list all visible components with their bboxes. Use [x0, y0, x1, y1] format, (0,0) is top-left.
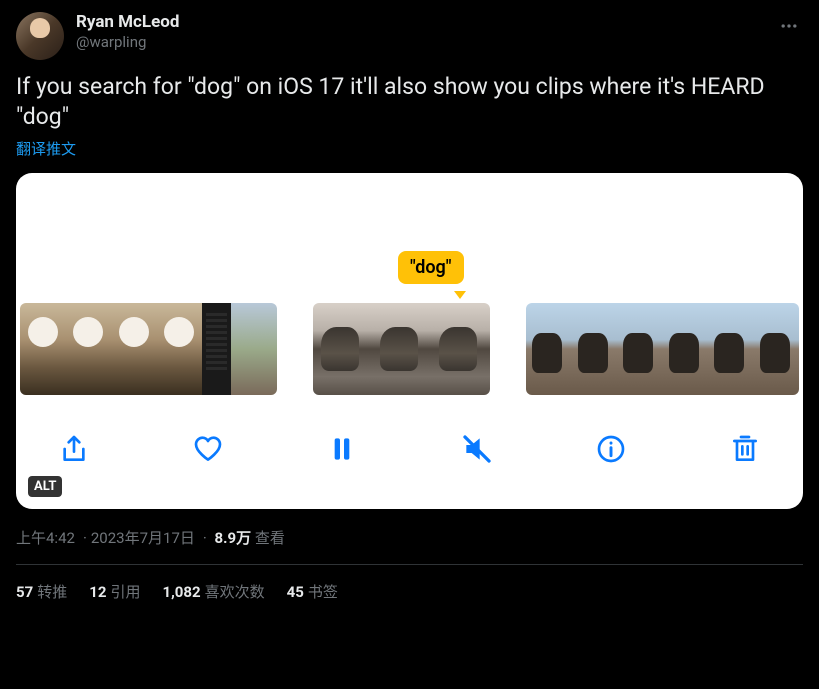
clip-frame: [431, 303, 490, 395]
views-stat[interactable]: 8.9万 查看: [199, 527, 285, 548]
bookmarks-label: 书签: [308, 583, 338, 601]
translate-link[interactable]: 翻译推文: [16, 138, 76, 159]
user-block: Ryan McLeod @warpling: [76, 12, 763, 52]
clip-frame: [313, 303, 372, 395]
tweet-header: Ryan McLeod @warpling: [16, 12, 803, 60]
clip-group-1[interactable]: [20, 303, 277, 395]
mute-icon: [461, 433, 493, 465]
media-card[interactable]: "dog": [16, 173, 803, 509]
tweet-text: If you search for "dog" on iOS 17 it'll …: [16, 72, 803, 132]
trash-button[interactable]: [725, 429, 765, 469]
likes-count: 1,082: [162, 583, 200, 601]
clip-frame: [156, 303, 201, 395]
bubble-pointer: [454, 291, 466, 299]
clip-frame: [231, 303, 276, 395]
clip-frame: [617, 303, 662, 395]
stats-row: 57转推 12引用 1,082 喜欢次数 45书签: [16, 565, 803, 602]
heart-icon: [192, 433, 224, 465]
tweet-time[interactable]: 上午4:42: [16, 527, 75, 548]
quotes-count: 12: [89, 583, 106, 601]
clip-group-3[interactable]: [526, 303, 799, 395]
alt-badge[interactable]: ALT: [28, 476, 62, 497]
clip-frame: [372, 303, 431, 395]
clip-frame: [572, 303, 617, 395]
share-button[interactable]: [54, 429, 94, 469]
media-toolbar: [16, 409, 803, 489]
user-handle[interactable]: @warpling: [76, 32, 763, 52]
clip-frame: [708, 303, 753, 395]
pause-button[interactable]: [322, 429, 362, 469]
pause-icon: [326, 433, 358, 465]
info-icon: [595, 433, 627, 465]
media-top-area: "dog": [16, 173, 803, 303]
tweet-meta: 上午4:42 2023年7月17日 8.9万 查看: [16, 527, 803, 548]
clip-frame: [754, 303, 799, 395]
quotes-stat[interactable]: 12引用: [89, 581, 140, 602]
clip-group-2[interactable]: [313, 303, 491, 395]
heart-button[interactable]: [188, 429, 228, 469]
quotes-label: 引用: [110, 583, 140, 601]
retweets-count: 57: [16, 583, 33, 601]
likes-stat[interactable]: 1,082 喜欢次数: [162, 581, 264, 602]
clip-frame: [20, 303, 65, 395]
likes-label: 喜欢次数: [205, 583, 265, 601]
more-button[interactable]: [775, 12, 803, 44]
video-timeline[interactable]: [16, 303, 803, 395]
tweet-container: Ryan McLeod @warpling If you search for …: [0, 0, 819, 602]
clip-frame: [526, 303, 571, 395]
clip-frame: [202, 303, 232, 395]
avatar[interactable]: [16, 12, 64, 60]
clip-frame: [663, 303, 708, 395]
info-button[interactable]: [591, 429, 631, 469]
clip-frame: [65, 303, 110, 395]
share-icon: [58, 433, 90, 465]
clip-frame: [111, 303, 156, 395]
views-count: 8.9万: [215, 529, 252, 547]
bookmarks-count: 45: [287, 583, 304, 601]
retweets-stat[interactable]: 57转推: [16, 581, 67, 602]
retweets-label: 转推: [37, 583, 67, 601]
tweet-date[interactable]: 2023年7月17日: [79, 527, 195, 548]
bookmarks-stat[interactable]: 45书签: [287, 581, 338, 602]
search-term-bubble: "dog": [398, 251, 464, 284]
mute-button[interactable]: [457, 429, 497, 469]
ellipsis-icon: [779, 16, 799, 36]
display-name[interactable]: Ryan McLeod: [76, 12, 763, 32]
views-label: 查看: [255, 529, 285, 547]
trash-icon: [729, 433, 761, 465]
